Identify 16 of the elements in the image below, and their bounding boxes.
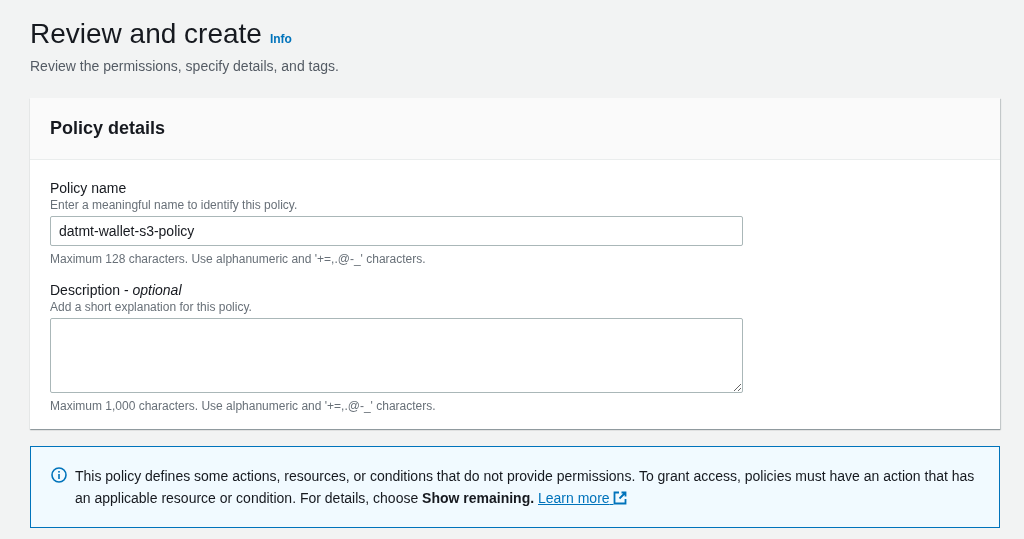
info-icon <box>51 467 67 483</box>
learn-more-link[interactable]: Learn more <box>538 490 628 506</box>
info-link[interactable]: Info <box>269 32 292 46</box>
description-field[interactable] <box>50 318 743 393</box>
field-constraint: Maximum 128 characters. Use alphanumeric and '+=,.@-_' characters. <box>50 252 426 266</box>
field-label: Description - optional <box>50 282 182 298</box>
page-title: Review and create <box>30 18 262 50</box>
field-constraint: Maximum 1,000 characters. Use alphanumeric and '+=,.@-_' characters. <box>50 399 436 413</box>
field-hint: Add a short explanation for this policy. <box>50 300 252 314</box>
alert-message: This policy defines some actions, resources, or conditions that do not provide permissions. To grant access, policies must have an action that has an applicable resource or condition. For details, choose Show remaining. Learn more <box>75 467 976 508</box>
external-link-icon <box>613 491 628 505</box>
page-description: Review the permissions, specify details, and tags. <box>30 58 339 74</box>
field-label: Policy name <box>50 180 127 196</box>
policy-name-field[interactable]: datmt-wallet-s3-policy <box>50 216 743 246</box>
card-title: Policy details <box>50 118 166 139</box>
field-hint: Enter a meaningful name to identify this policy. <box>50 198 298 212</box>
